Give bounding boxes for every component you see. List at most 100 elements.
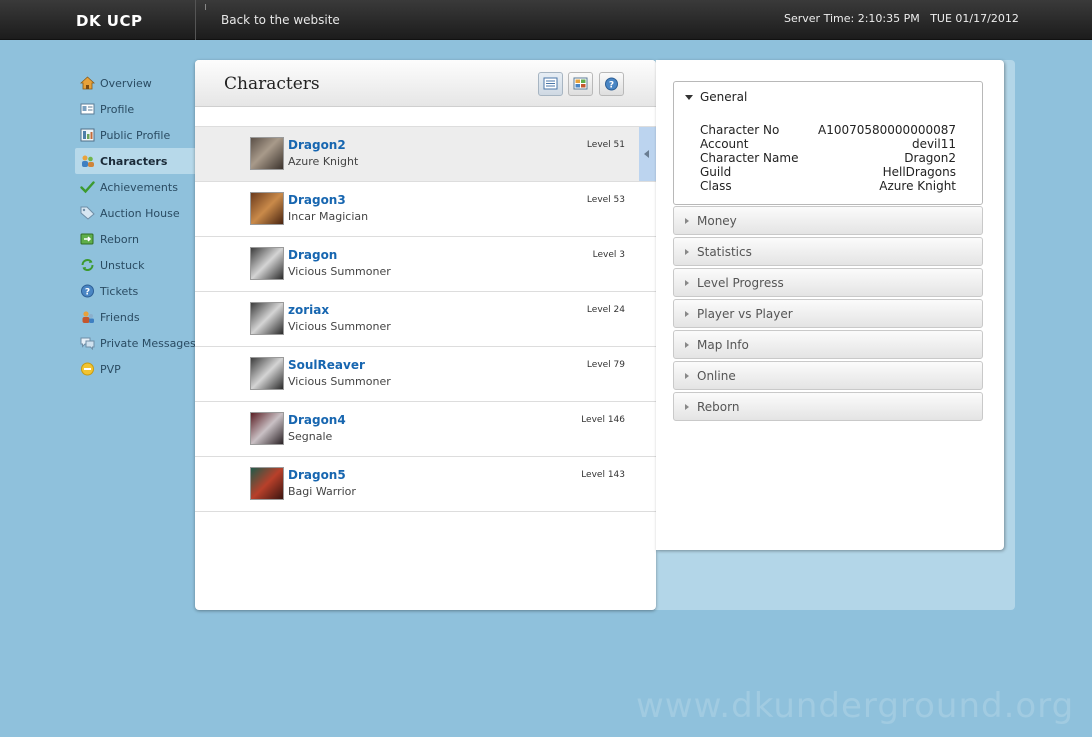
grid-view-button[interactable] [568,72,593,96]
character-avatar [250,247,284,280]
sidebar-item-label: Characters [100,154,168,168]
sidebar-item-label: Achievements [100,180,178,194]
character-row-soulreaver[interactable]: SoulReaver Vicious Summoner Level 79 [195,347,656,402]
top-bar: DK UCP Back to the website Server Time: … [0,0,1092,40]
public-profile-icon [80,128,95,142]
section-reborn[interactable]: Reborn [673,392,983,421]
tag-icon [80,206,95,220]
field-label: Guild [700,165,732,179]
help-button[interactable]: ? [599,72,624,96]
field-value: Dragon2 [904,151,956,165]
character-avatar [250,467,284,500]
section-label: Statistics [697,244,752,259]
character-avatar [250,137,284,170]
triangle-right-icon [685,372,689,379]
sidebar-item-characters[interactable]: Characters [75,148,195,174]
home-icon [79,76,96,90]
field-value: devil11 [911,137,956,151]
help-icon: ? [80,284,95,298]
list-spacer [195,107,656,127]
field-label: Character Name [700,151,799,165]
brand-logo[interactable]: DK UCP [76,12,142,30]
characters-panel: Characters ? Dragon2 Azure Knight Level … [195,60,656,610]
section-label: Level Progress [697,275,784,290]
character-level: Level 79 [586,360,625,370]
list-view-button[interactable] [538,72,563,96]
server-time: Server Time: 2:10:35 PM TUE 01/17/2012 [784,12,1019,25]
sidebar-nav: Overview Profile Public Profile Characte… [75,70,196,382]
section-statistics[interactable]: Statistics [673,237,983,266]
sidebar-item-label: Public Profile [100,128,171,142]
section-online[interactable]: Online [673,361,983,390]
character-class: Azure Knight [288,155,359,168]
sidebar-item-unstuck[interactable]: Unstuck [75,252,195,278]
watermark: www.dkunderground.org [636,686,1075,726]
sidebar-item-profile[interactable]: Profile [75,96,195,122]
section-player-vs-player[interactable]: Player vs Player [673,299,983,328]
sidebar-item-label: Profile [100,102,135,116]
character-row-dragon3[interactable]: Dragon3 Incar Magician Level 53 [195,182,656,237]
triangle-right-icon [685,248,689,255]
character-avatar [250,412,284,445]
section-label: Online [697,368,736,383]
profile-card-icon [80,102,95,116]
field-label: Class [700,179,732,193]
character-avatar [250,192,284,225]
field-value: Azure Knight [879,179,956,193]
character-name[interactable]: Dragon4 [288,413,346,427]
sidebar-item-friends[interactable]: Friends [75,304,195,330]
sidebar-item-overview[interactable]: Overview [75,70,195,96]
character-row-dragon5[interactable]: Dragon5 Bagi Warrior Level 143 [195,457,656,512]
field-row: Account devil11 [700,137,956,151]
sidebar-item-label: Auction House [100,206,180,220]
sidebar-item-pvp[interactable]: PVP [75,356,195,382]
character-name[interactable]: zoriax [288,303,329,317]
character-avatar [250,357,284,390]
sidebar-item-label: Unstuck [100,258,145,272]
triangle-right-icon [685,279,689,286]
general-section: General Character No A10070580000000087 … [673,81,983,205]
character-name[interactable]: Dragon [288,248,337,262]
sidebar-item-label: Reborn [100,232,139,246]
section-money[interactable]: Money [673,206,983,235]
triangle-right-icon [685,403,689,410]
sidebar-item-private-messages[interactable]: Private Messages [75,330,196,356]
field-row: Character Name Dragon2 [700,151,956,165]
character-row-dragon2[interactable]: Dragon2 Azure Knight Level 51 [195,127,656,182]
general-fields: Character No A10070580000000087 Account … [700,123,956,193]
character-name[interactable]: Dragon2 [288,138,346,152]
topbar-divider [195,0,196,40]
sidebar-item-label: Tickets [100,284,139,298]
section-label: Reborn [697,399,740,414]
sidebar-item-achievements[interactable]: Achievements [75,174,195,200]
character-class: Vicious Summoner [288,265,391,278]
triangle-right-icon [685,217,689,224]
character-row-dragon4[interactable]: Dragon4 Segnale Level 146 [195,402,656,457]
sidebar-item-auction-house[interactable]: Auction House [75,200,195,226]
character-row-zoriax[interactable]: zoriax Vicious Summoner Level 24 [195,292,656,347]
pvp-icon [80,362,95,376]
sidebar-item-label: Friends [100,310,140,324]
character-level: Level 3 [592,250,625,260]
character-details-panel: General Character No A10070580000000087 … [656,60,1004,550]
character-row-dragon[interactable]: Dragon Vicious Summoner Level 3 [195,237,656,292]
section-level-progress[interactable]: Level Progress [673,268,983,297]
section-label: Map Info [697,337,749,352]
character-name[interactable]: SoulReaver [288,358,365,372]
character-name[interactable]: Dragon5 [288,468,346,482]
sidebar-item-tickets[interactable]: ? Tickets [75,278,195,304]
general-section-toggle[interactable]: General [685,90,747,104]
svg-text:?: ? [609,81,614,91]
sidebar-item-public-profile[interactable]: Public Profile [75,122,195,148]
section-map-info[interactable]: Map Info [673,330,983,359]
sidebar-item-reborn[interactable]: Reborn [75,226,195,252]
back-to-website-link[interactable]: Back to the website [221,13,340,27]
triangle-right-icon [685,310,689,317]
section-label: Player vs Player [697,306,793,321]
checkmark-icon [80,180,95,194]
character-class: Vicious Summoner [288,375,391,388]
character-name[interactable]: Dragon3 [288,193,346,207]
refresh-icon [80,258,95,272]
character-class: Vicious Summoner [288,320,391,333]
character-level: Level 51 [586,140,625,150]
